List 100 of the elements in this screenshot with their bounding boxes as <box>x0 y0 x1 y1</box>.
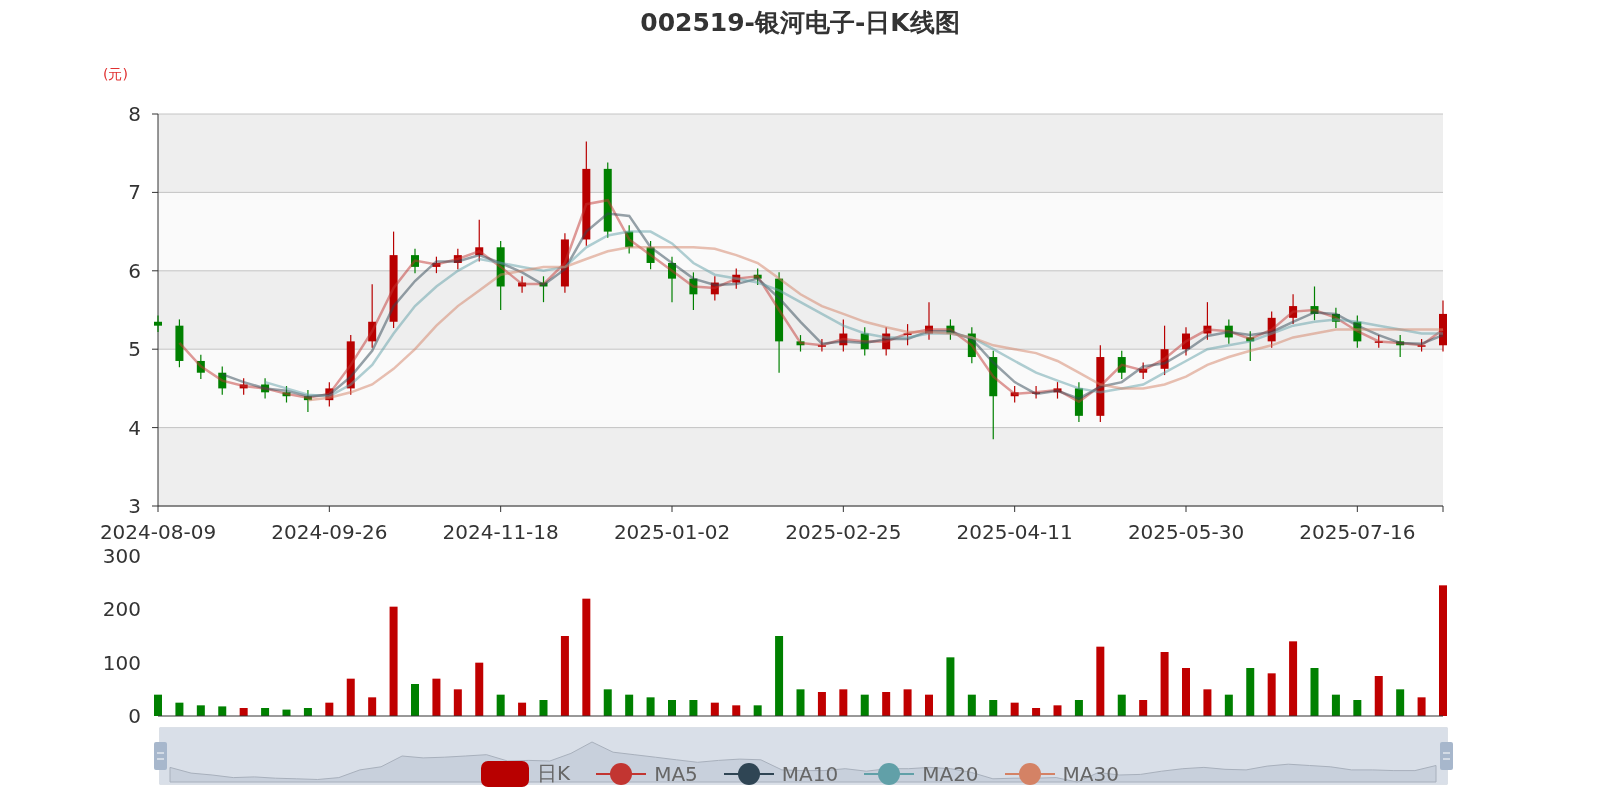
candlestick <box>282 385 291 404</box>
axis-label: 2024-09-26 <box>271 520 388 544</box>
candlestick <box>732 267 741 290</box>
candlestick <box>1160 325 1169 376</box>
legend-label[interactable]: MA30 <box>1062 761 1119 786</box>
volume-bar <box>753 705 762 716</box>
volume-bar <box>646 697 655 716</box>
legend-label[interactable]: MA20 <box>922 761 979 786</box>
axis-label: 2025-04-11 <box>956 520 1073 544</box>
legend-label[interactable]: MA10 <box>781 761 839 786</box>
volume-bar <box>1096 646 1105 716</box>
legend-label[interactable]: 日K <box>537 760 571 787</box>
volume-bar <box>1417 697 1426 716</box>
candlestick <box>946 318 955 341</box>
axis-label: 100 <box>102 650 141 675</box>
volume-bar <box>839 689 848 716</box>
candlestick <box>689 271 698 311</box>
candlestick <box>967 326 976 364</box>
candlestick <box>539 275 548 303</box>
volume-bar <box>1224 694 1233 716</box>
candlestick <box>1074 381 1083 423</box>
axis-label: 7 <box>128 180 141 205</box>
candlestick <box>1010 385 1019 404</box>
volume-bar <box>967 694 976 716</box>
axis-label: 5 <box>128 337 141 362</box>
volume-bar <box>603 689 612 716</box>
volume-bar <box>1203 689 1212 716</box>
candlestick <box>1139 361 1148 380</box>
volume-bar <box>496 694 505 716</box>
axis-label: 200 <box>102 597 141 622</box>
candlestick <box>368 283 377 349</box>
volume-bar <box>668 700 676 716</box>
volume-bar <box>518 702 527 716</box>
axis-label: 8 <box>128 102 141 126</box>
volume-bar <box>1010 702 1019 716</box>
candlestick <box>1053 381 1062 400</box>
volume-bar <box>625 694 634 716</box>
volume-bar <box>346 678 355 716</box>
slider-handle[interactable] <box>1440 742 1453 770</box>
axis-label: 2025-05-30 <box>1127 520 1245 544</box>
candlestick <box>860 326 869 357</box>
axis-label: 300 <box>102 544 141 568</box>
axis-label: 6 <box>128 258 141 283</box>
candlestick <box>175 318 184 368</box>
volume-bar <box>732 705 741 716</box>
axis-label: 2025-02-25 <box>785 520 902 544</box>
candlestick <box>646 240 655 270</box>
volume-bar <box>1267 673 1276 716</box>
candlestick <box>668 256 676 303</box>
volume-bar <box>282 709 291 716</box>
candlestick <box>839 318 848 353</box>
candlestick <box>1396 334 1405 358</box>
legend-label[interactable]: MA5 <box>654 761 698 786</box>
candlestick <box>1417 338 1426 353</box>
volume-bar <box>946 657 955 716</box>
candlestick <box>325 381 334 408</box>
candlestick <box>261 377 270 400</box>
volume-bar <box>1374 676 1383 716</box>
volume-bar <box>1032 708 1041 716</box>
candlestick <box>496 240 505 311</box>
candlestick <box>925 301 933 341</box>
volume-bar <box>1053 705 1062 716</box>
volume-bar <box>1331 694 1340 716</box>
candlestick <box>796 334 805 353</box>
candlestick <box>196 354 205 380</box>
candlestick <box>346 334 355 396</box>
candlestick <box>1353 314 1362 349</box>
candlestick <box>154 314 162 333</box>
axis-label: 0 <box>128 704 141 726</box>
candlestick <box>1246 330 1255 362</box>
volume-bar <box>475 662 484 716</box>
axis-unit-label: (元) <box>103 66 128 82</box>
volume-bar <box>218 706 227 716</box>
candlestick <box>1203 301 1212 341</box>
candlestick <box>560 232 569 294</box>
candlestick <box>1224 318 1233 345</box>
volume-bar <box>1310 668 1319 716</box>
candlestick <box>1374 334 1383 349</box>
candlestick <box>625 224 634 255</box>
candlestick <box>753 267 762 286</box>
candlestick <box>1331 307 1340 329</box>
volume-bar <box>1353 700 1362 716</box>
candlestick <box>475 219 484 262</box>
candlestick <box>432 256 441 274</box>
volume-bar <box>1074 700 1083 716</box>
volume-bar <box>1139 700 1148 716</box>
candlestick <box>239 377 248 396</box>
volume-bar <box>154 694 162 716</box>
candlestick <box>710 275 719 302</box>
volume-bar <box>710 702 719 716</box>
slider-handle[interactable] <box>154 742 167 770</box>
candlestick <box>518 275 527 294</box>
candlestick <box>817 338 826 353</box>
candlestick <box>1182 326 1190 357</box>
volume-bar <box>1396 689 1405 716</box>
axis-label: 4 <box>128 415 141 440</box>
candlestick <box>1289 293 1298 325</box>
candlestick <box>218 365 227 396</box>
volume-bar <box>860 694 869 716</box>
candlestick <box>453 248 462 270</box>
